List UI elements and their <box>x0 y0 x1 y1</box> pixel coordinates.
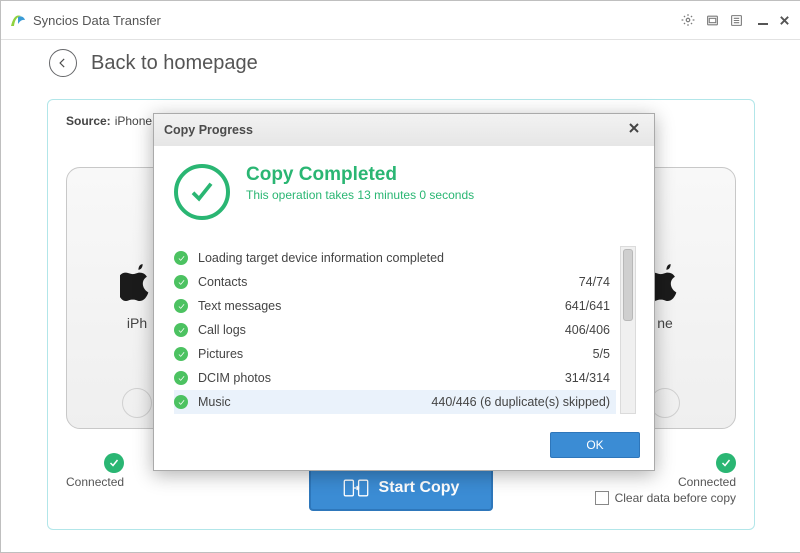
app-logo-icon <box>9 11 27 29</box>
source-phone-label: iPh <box>127 315 147 331</box>
titlebar: Syncios Data Transfer <box>1 1 800 40</box>
back-label: Back to homepage <box>91 52 258 75</box>
source-connected-label: Connected <box>66 475 124 489</box>
row-label: DCIM photos <box>198 371 565 385</box>
apple-logo-icon <box>120 264 154 309</box>
settings-icon[interactable] <box>679 11 697 29</box>
success-check-icon <box>174 164 230 220</box>
app-title: Syncios Data Transfer <box>33 13 679 28</box>
row-label: Text messages <box>198 299 565 313</box>
done-check-icon <box>174 371 188 385</box>
list-item: Music 440/446 (6 duplicate(s) skipped) <box>174 390 616 414</box>
dialog-close-icon[interactable] <box>628 122 644 138</box>
scrollbar[interactable] <box>620 246 636 414</box>
clear-data-checkbox[interactable]: Clear data before copy <box>595 491 736 505</box>
target-phone-label: ne <box>657 315 673 331</box>
row-count: 5/5 <box>593 347 610 361</box>
row-count: 641/641 <box>565 299 610 313</box>
done-check-icon <box>174 323 188 337</box>
start-copy-button[interactable]: Start Copy <box>309 465 493 511</box>
list-item: Text messages 641/641 <box>174 294 616 318</box>
back-row: Back to homepage <box>1 40 800 86</box>
close-button[interactable] <box>775 11 793 29</box>
connected-check-icon <box>716 453 736 473</box>
start-copy-label: Start Copy <box>379 479 460 497</box>
row-label: Call logs <box>198 323 565 337</box>
row-label: Contacts <box>198 275 579 289</box>
copy-completed-subtitle: This operation takes 13 minutes 0 second… <box>246 188 474 202</box>
done-check-icon <box>174 395 188 409</box>
done-check-icon <box>174 347 188 361</box>
list-item: Pictures 5/5 <box>174 342 616 366</box>
list-item: Call logs 406/406 <box>174 318 616 342</box>
connected-check-icon <box>104 453 124 473</box>
clear-data-label: Clear data before copy <box>615 491 736 505</box>
back-button[interactable] <box>49 49 77 77</box>
row-count: 74/74 <box>579 275 610 289</box>
row-count: 314/314 <box>565 371 610 385</box>
list-icon[interactable] <box>727 11 745 29</box>
tile-icon[interactable] <box>703 11 721 29</box>
done-check-icon <box>174 275 188 289</box>
list-item: DCIM photos 314/314 <box>174 366 616 390</box>
row-label: Music <box>198 395 431 409</box>
copy-completed-title: Copy Completed <box>246 164 474 186</box>
scrollbar-thumb[interactable] <box>623 249 633 321</box>
ok-button-label: OK <box>586 438 603 452</box>
home-button-icon <box>122 388 152 418</box>
app-window: Syncios Data Transfer Back to homepage <box>0 0 800 553</box>
source-label: Source: <box>66 114 111 128</box>
row-count: 406/406 <box>565 323 610 337</box>
list-item: Contacts 74/74 <box>174 270 616 294</box>
minimize-button[interactable] <box>751 11 769 29</box>
copy-progress-dialog: Copy Progress Copy Completed This operat… <box>153 113 655 471</box>
target-connected-label: Connected <box>678 475 736 489</box>
dialog-footer: OK <box>154 424 654 470</box>
dialog-header: Copy Progress <box>154 114 654 146</box>
row-count: 440/446 (6 duplicate(s) skipped) <box>431 395 610 409</box>
target-status: Connected <box>678 453 736 489</box>
checkbox-box-icon <box>595 491 609 505</box>
progress-list: Loading target device information comple… <box>174 246 634 414</box>
source-status: Connected <box>66 453 124 489</box>
done-check-icon <box>174 299 188 313</box>
dialog-body: Copy Completed This operation takes 13 m… <box>154 146 654 424</box>
row-label: Pictures <box>198 347 593 361</box>
ok-button[interactable]: OK <box>550 432 640 458</box>
list-item: Loading target device information comple… <box>174 246 616 270</box>
dialog-title: Copy Progress <box>164 123 253 137</box>
done-check-icon <box>174 251 188 265</box>
row-label: Loading target device information comple… <box>198 251 610 265</box>
